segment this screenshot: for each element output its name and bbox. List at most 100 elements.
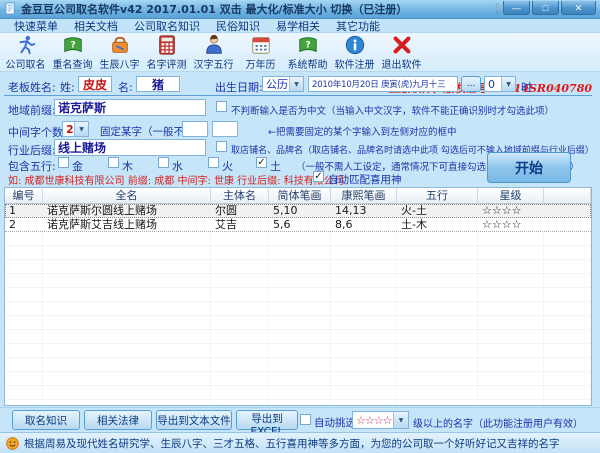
cell-number: 2 <box>9 218 16 231</box>
toolbar-name-evaluate[interactable]: 名字评测 <box>143 34 190 71</box>
chevron-down-icon[interactable]: ▼ <box>289 77 303 91</box>
table-row[interactable]: 2 诺克萨斯艾吉线上赌场 艾吉 5,6 8,6 土-木 ☆☆☆☆ <box>5 218 591 232</box>
hour-select[interactable]: 0 ▼ <box>484 76 516 92</box>
region-prefix-input[interactable]: 诺克萨斯 <box>54 99 206 116</box>
empty-cell <box>331 232 397 246</box>
export-text-button[interactable]: 导出到文本文件 <box>156 410 232 430</box>
empty-cell <box>397 400 478 405</box>
menu-item-other[interactable]: 其它功能 <box>328 18 388 34</box>
star-level-select[interactable]: ☆☆☆☆ ▼ <box>352 411 409 429</box>
fixed-char-input-2[interactable] <box>212 121 238 137</box>
auto-match-checkbox[interactable]: ✓ <box>313 171 324 182</box>
header-fullname[interactable]: 全名 <box>43 188 211 204</box>
menu-item-quick[interactable]: 快速菜单 <box>6 18 66 34</box>
header-simplified-strokes[interactable]: 简体笔画 <box>269 188 331 204</box>
birth-date-input[interactable]: 2010年10月20日 庚寅(虎)九月十三 <box>308 76 458 92</box>
empty-cell <box>331 316 397 330</box>
toolbar-duplicate-search[interactable]: ? 重名查询 <box>49 34 96 71</box>
header-mainname[interactable]: 主体名 <box>211 188 269 204</box>
chinese-check-checkbox[interactable] <box>216 101 227 112</box>
empty-cell <box>269 260 331 274</box>
bag-tools-icon <box>109 34 131 56</box>
empty-cell <box>211 372 269 386</box>
empty-cell <box>269 386 331 400</box>
header-stars[interactable]: 星级 <box>478 188 544 204</box>
menu-item-docs[interactable]: 相关文档 <box>66 18 126 34</box>
empty-cell <box>211 344 269 358</box>
header-number[interactable]: 编号 <box>5 188 43 204</box>
wuxing-wood-checkbox[interactable] <box>108 157 119 168</box>
menu-item-folk-knowledge[interactable]: 民俗知识 <box>208 18 268 34</box>
empty-cell <box>43 274 211 288</box>
calendar-icon <box>250 34 272 56</box>
cell-simplified-strokes: 5,10 <box>273 204 298 217</box>
empty-cell <box>43 232 211 246</box>
date-more-button[interactable]: ... <box>461 76 481 92</box>
table-row[interactable]: 1 诺克萨斯尔圆线上赌场 尔圆 5,10 14,13 火-土 ☆☆☆☆ <box>5 204 591 218</box>
related-law-button[interactable]: 相关法律 <box>84 410 152 430</box>
given-name-input[interactable]: 猪 <box>136 76 180 92</box>
calendar-type-select[interactable]: 公历 ▼ <box>262 76 304 92</box>
empty-cell <box>211 232 269 246</box>
toolbar-hanzi-wuxing[interactable]: 汉字五行 <box>190 34 237 71</box>
empty-cell <box>331 358 397 372</box>
empty-cell <box>269 232 331 246</box>
empty-cell <box>397 358 478 372</box>
empty-cell <box>397 246 478 260</box>
minimize-button[interactable]: — <box>503 1 530 15</box>
empty-cell <box>5 344 43 358</box>
middle-count-label: 中间字个数: <box>8 126 67 139</box>
middle-count-select[interactable]: 2 ▼ <box>62 121 89 137</box>
maximize-button[interactable]: □ <box>532 1 559 15</box>
shop-brand-checkbox[interactable] <box>216 141 227 152</box>
chevron-down-icon[interactable]: ▼ <box>501 77 515 91</box>
fixed-char-hint: ←把需要固定的某个字输入到左侧对应的框中 <box>268 127 457 138</box>
empty-cell <box>5 232 43 246</box>
empty-cell <box>43 386 211 400</box>
menu-item-yixue[interactable]: 易学相关 <box>268 18 328 34</box>
chevron-down-icon[interactable]: ▼ <box>393 412 408 428</box>
fixed-char-input-1[interactable] <box>182 121 208 137</box>
table-empty-row <box>5 288 591 302</box>
export-excel-button[interactable]: 导出到EXCEL <box>236 410 298 438</box>
toolbar-register[interactable]: 软件注册 <box>331 34 378 71</box>
toolbar-company-naming[interactable]: 公司取名 <box>2 34 49 71</box>
wuxing-gold-checkbox[interactable] <box>58 157 69 168</box>
empty-cell <box>478 260 544 274</box>
info-icon <box>344 34 366 56</box>
cell-filler <box>544 218 591 231</box>
close-button[interactable]: ✕ <box>561 1 596 15</box>
industry-suffix-input[interactable]: 线上赌场 <box>54 139 206 156</box>
surname-input[interactable]: 皮皮 <box>78 76 112 92</box>
chevron-down-icon[interactable]: ▼ <box>74 122 88 136</box>
table-empty-row <box>5 386 591 400</box>
status-text: 根据周易及现代姓名研究学、生辰八字、三才五格、五行喜用神等多方面，为您的公司取一… <box>24 437 560 450</box>
region-prefix-label: 地域前缀: <box>8 104 56 117</box>
header-kangxi-strokes[interactable]: 康熙笔画 <box>331 188 397 204</box>
pin-icon[interactable] <box>493 0 501 14</box>
empty-cell <box>5 288 43 302</box>
hour-suffix-label: 时 <box>521 81 532 94</box>
wuxing-earth-checkbox[interactable]: ✓ <box>256 157 267 168</box>
empty-cell <box>5 316 43 330</box>
toolbar-exit[interactable]: 退出软件 <box>378 34 425 71</box>
auto-pick-checkbox[interactable] <box>300 414 311 425</box>
empty-cell <box>544 232 591 246</box>
empty-cell <box>478 274 544 288</box>
cell-kangxi-strokes: 8,6 <box>335 218 353 231</box>
empty-cell <box>211 260 269 274</box>
header-wuxing[interactable]: 五行 <box>397 188 478 204</box>
empty-cell <box>269 372 331 386</box>
toolbar-birth-bazi[interactable]: 生辰八字 <box>96 34 143 71</box>
start-button[interactable]: 开始 <box>487 152 571 183</box>
cell-simplified-strokes: 5,6 <box>273 218 291 231</box>
toolbar-calendar[interactable]: 万年历 <box>237 34 284 71</box>
wuxing-water-checkbox[interactable] <box>158 157 169 168</box>
naming-knowledge-button[interactable]: 取名知识 <box>12 410 80 430</box>
empty-cell <box>544 372 591 386</box>
empty-cell <box>5 274 43 288</box>
cell-filler <box>544 204 591 218</box>
wuxing-fire-checkbox[interactable] <box>208 157 219 168</box>
menu-item-naming-knowledge[interactable]: 公司取名知识 <box>126 18 208 34</box>
toolbar-help[interactable]: ? 系统帮助 <box>284 34 331 71</box>
